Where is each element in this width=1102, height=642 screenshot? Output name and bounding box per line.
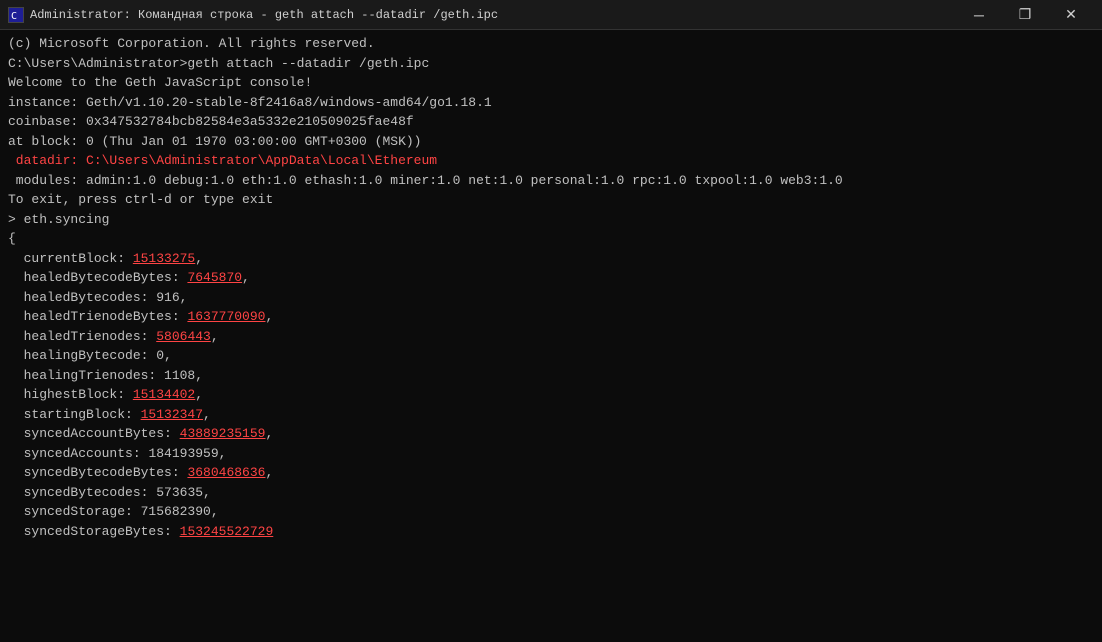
terminal-line: syncedStorageBytes: 153245522729 <box>8 522 1094 542</box>
terminal-line: To exit, press ctrl-d or type exit <box>8 190 1094 210</box>
terminal-line: syncedStorage: 715682390, <box>8 502 1094 522</box>
terminal-line: at block: 0 (Thu Jan 01 1970 03:00:00 GM… <box>8 132 1094 152</box>
terminal-line: healedBytecodeBytes: 7645870, <box>8 268 1094 288</box>
terminal-line: healingBytecode: 0, <box>8 346 1094 366</box>
title-bar: C Administrator: Командная строка - geth… <box>0 0 1102 30</box>
terminal-line: coinbase: 0x347532784bcb82584e3a5332e210… <box>8 112 1094 132</box>
minimize-button[interactable]: ─ <box>956 0 1002 30</box>
terminal-line: healingTrienodes: 1108, <box>8 366 1094 386</box>
terminal-line: instance: Geth/v1.10.20-stable-8f2416a8/… <box>8 93 1094 113</box>
restore-button[interactable]: ❐ <box>1002 0 1048 30</box>
terminal-line: syncedAccounts: 184193959, <box>8 444 1094 464</box>
app-icon: C <box>8 7 24 23</box>
close-button[interactable]: ✕ <box>1048 0 1094 30</box>
terminal-line: syncedAccountBytes: 43889235159, <box>8 424 1094 444</box>
terminal-line: > eth.syncing <box>8 210 1094 230</box>
terminal-line: healedTrienodes: 5806443, <box>8 327 1094 347</box>
terminal-window[interactable]: (c) Microsoft Corporation. All rights re… <box>0 30 1102 642</box>
svg-text:C: C <box>11 11 17 22</box>
terminal-line: healedTrienodeBytes: 1637770090, <box>8 307 1094 327</box>
terminal-line: C:\Users\Administrator>geth attach --dat… <box>8 54 1094 74</box>
title-bar-left: C Administrator: Командная строка - geth… <box>8 7 498 23</box>
terminal-line: datadir: C:\Users\Administrator\AppData\… <box>8 151 1094 171</box>
terminal-line: { <box>8 229 1094 249</box>
terminal-line: healedBytecodes: 916, <box>8 288 1094 308</box>
window-title: Administrator: Командная строка - geth a… <box>30 8 498 22</box>
terminal-line: syncedBytecodeBytes: 3680468636, <box>8 463 1094 483</box>
terminal-line: startingBlock: 15132347, <box>8 405 1094 425</box>
terminal-line: Welcome to the Geth JavaScript console! <box>8 73 1094 93</box>
title-bar-controls: ─ ❐ ✕ <box>956 0 1094 30</box>
terminal-line: syncedBytecodes: 573635, <box>8 483 1094 503</box>
terminal-line: highestBlock: 15134402, <box>8 385 1094 405</box>
terminal-line: modules: admin:1.0 debug:1.0 eth:1.0 eth… <box>8 171 1094 191</box>
terminal-line: (c) Microsoft Corporation. All rights re… <box>8 34 1094 54</box>
terminal-line: currentBlock: 15133275, <box>8 249 1094 269</box>
